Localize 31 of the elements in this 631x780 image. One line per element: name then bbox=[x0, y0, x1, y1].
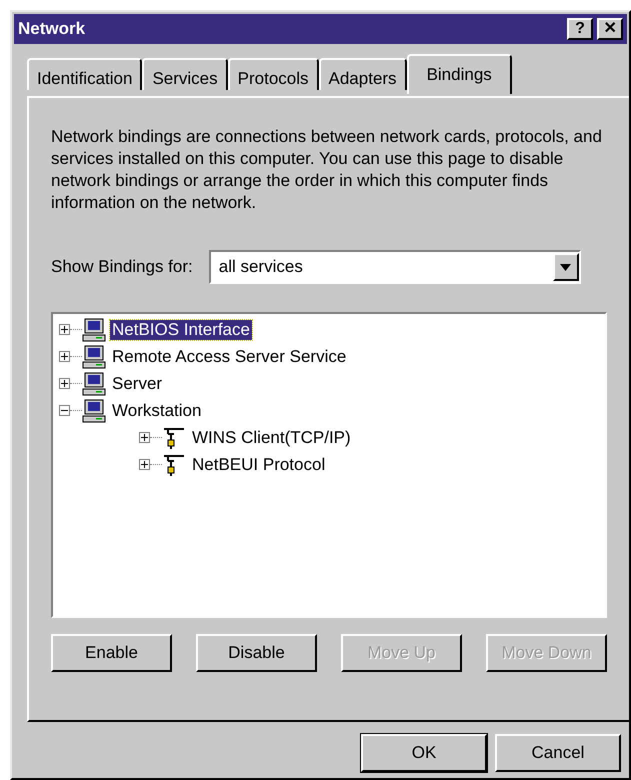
button[interactable]: Cancel bbox=[495, 734, 621, 772]
tab[interactable]: Identification bbox=[27, 58, 142, 90]
button[interactable]: OK bbox=[361, 734, 487, 772]
expand-icon[interactable] bbox=[59, 378, 70, 389]
button[interactable]: Enable bbox=[51, 634, 172, 672]
tree-item[interactable]: Server bbox=[110, 374, 164, 394]
tab[interactable]: Services bbox=[142, 58, 228, 90]
tree-item[interactable]: Remote Access Server Service bbox=[110, 346, 348, 366]
expand-icon[interactable] bbox=[59, 351, 70, 362]
close-button[interactable]: ✕ bbox=[597, 18, 623, 40]
tab[interactable]: Adapters bbox=[318, 58, 407, 90]
tree-item[interactable]: Workstation bbox=[110, 400, 204, 420]
computer-icon bbox=[82, 370, 106, 396]
expand-icon[interactable] bbox=[139, 459, 150, 470]
button[interactable]: Disable bbox=[196, 634, 317, 672]
tab[interactable]: Bindings bbox=[406, 54, 512, 94]
help-button[interactable]: ? bbox=[567, 18, 593, 40]
expand-icon[interactable] bbox=[59, 324, 70, 335]
tree-item[interactable]: NetBEUI Protocol bbox=[190, 454, 328, 474]
tab[interactable]: Protocols bbox=[228, 58, 319, 90]
description-text: Network bindings are connections between network cards, protocols, and services installed on this computer. You can use this page to disable network bindings or arrange the order in which this computer finds information on the network. bbox=[51, 126, 603, 214]
computer-icon bbox=[82, 344, 106, 370]
expand-icon[interactable] bbox=[139, 432, 150, 443]
dropdown-field[interactable]: all services bbox=[208, 250, 581, 284]
computer-icon bbox=[82, 398, 106, 424]
tree-item[interactable]: NetBIOS Interface bbox=[110, 320, 252, 340]
collapse-icon[interactable] bbox=[59, 405, 70, 416]
window-title: Network bbox=[18, 18, 86, 40]
computer-icon bbox=[82, 316, 106, 342]
field-label: Show Bindings for: bbox=[51, 256, 193, 278]
tree-item[interactable]: WINS Client(TCP/IP) bbox=[190, 428, 353, 448]
